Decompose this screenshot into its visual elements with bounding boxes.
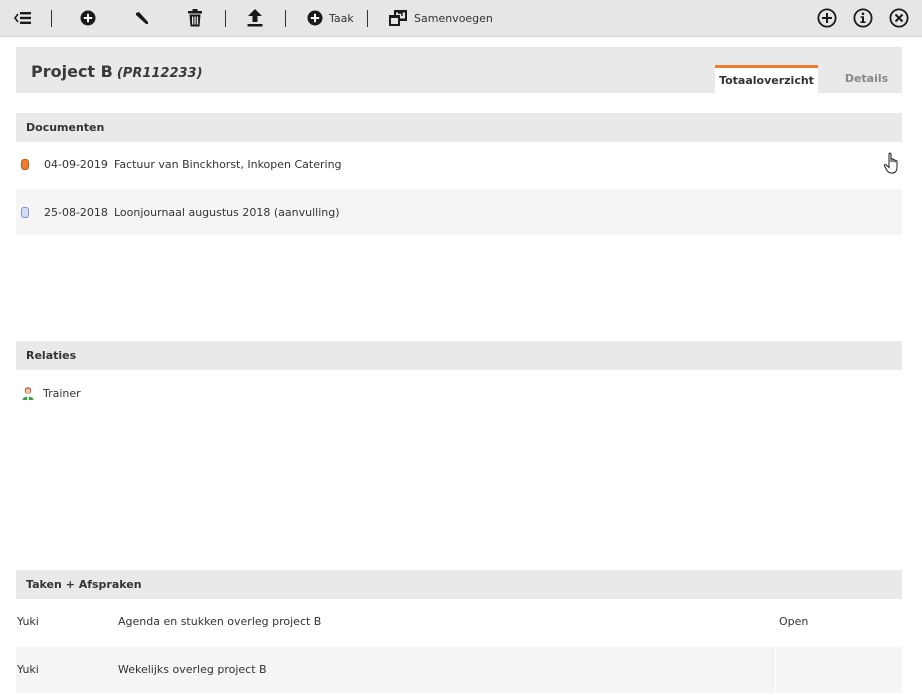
document-icon (21, 158, 29, 170)
relations-heading: Relaties (16, 341, 902, 370)
upload-button[interactable] (247, 0, 263, 36)
relation-row[interactable]: Trainer (16, 370, 902, 416)
document-date: 25-08-2018 (44, 205, 108, 219)
document-title: Loonjournaal augustus 2018 (aanvulling) (114, 205, 340, 219)
task-owner: Yuki (17, 615, 39, 628)
add-task-icon (307, 10, 323, 26)
tasks-heading: Taken + Afspraken (16, 570, 902, 599)
person-icon (22, 387, 34, 400)
document-date: 04-09-2019 (44, 157, 108, 171)
toolbar: Taak Samenvoegen (0, 0, 922, 37)
delete-icon (188, 9, 202, 27)
add-button[interactable] (80, 0, 96, 36)
toolbar-separator (225, 10, 226, 27)
merge-icon (389, 10, 407, 26)
document-icon (21, 206, 29, 218)
new-icon (817, 8, 837, 28)
relation-name: Trainer (43, 386, 81, 400)
documents-heading: Documenten (16, 113, 902, 142)
edit-button[interactable] (134, 0, 150, 36)
collapse-menu-icon (14, 12, 31, 24)
task-row[interactable]: Yuki Wekelijks overleg project B (16, 647, 902, 693)
upload-icon (247, 9, 263, 27)
add-task-button[interactable]: Taak (307, 0, 354, 36)
close-icon (889, 8, 909, 28)
hand-cursor-icon (883, 152, 898, 174)
merge-button[interactable]: Samenvoegen (388, 0, 493, 36)
toolbar-separator (367, 10, 368, 27)
add-icon (80, 10, 96, 26)
project-title: Project B (31, 62, 113, 81)
toolbar-separator (285, 10, 286, 27)
tab-details[interactable]: Details (831, 65, 902, 93)
task-subject: Agenda en stukken overleg project B (118, 615, 322, 628)
close-button[interactable] (889, 0, 909, 36)
info-button[interactable] (853, 0, 873, 36)
new-button[interactable] (817, 0, 837, 36)
tab-totaaloverzicht[interactable]: Totaaloverzicht (715, 65, 818, 93)
document-title: Factuur van Binckhorst, Inkopen Catering (114, 157, 342, 171)
task-status: Open (779, 615, 809, 628)
merge-label: Samenvoegen (414, 11, 493, 25)
task-owner: Yuki (17, 663, 39, 676)
document-row[interactable]: 04-09-2019 Factuur van Binckhorst, Inkop… (16, 141, 902, 187)
collapse-menu-button[interactable] (14, 0, 32, 36)
info-icon (853, 8, 873, 28)
record-header: Project B (PR112233) Totaaloverzicht Deta… (16, 47, 902, 93)
document-row[interactable]: 25-08-2018 Loonjournaal augustus 2018 (a… (16, 189, 902, 235)
project-code: (PR112233) (116, 66, 203, 81)
edit-icon (136, 12, 148, 24)
task-row[interactable]: Yuki Agenda en stukken overleg project B… (16, 599, 902, 645)
page-title: Project B (PR112233) (31, 62, 203, 81)
task-subject: Wekelijks overleg project B (118, 663, 267, 676)
column-divider (775, 647, 776, 693)
toolbar-separator (51, 10, 52, 27)
add-task-label: Taak (329, 11, 354, 25)
delete-button[interactable] (187, 0, 203, 36)
